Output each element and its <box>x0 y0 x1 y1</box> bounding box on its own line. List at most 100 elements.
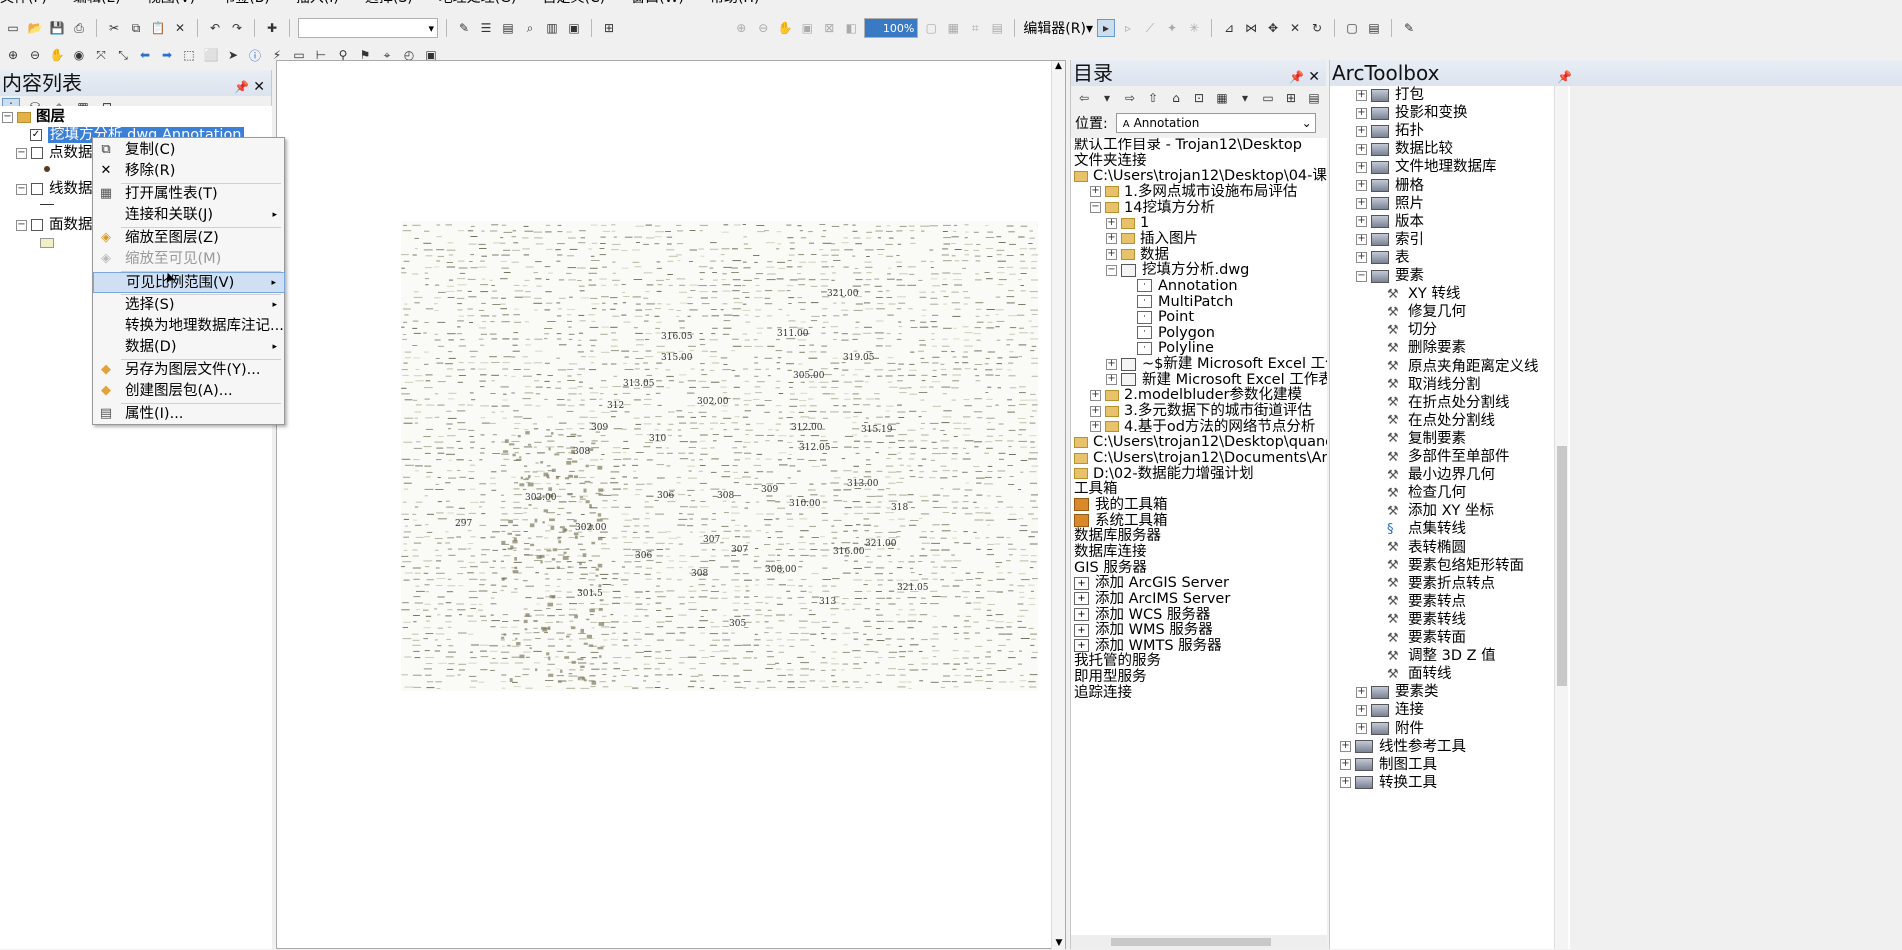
layers-root[interactable]: − 图层 <box>2 108 65 127</box>
tree-item[interactable]: ⚒ 取消线分割 <box>1372 376 1481 394</box>
tree-item[interactable]: C:\Users\trojan12\Desktop\quanguojic <box>1074 435 1327 451</box>
attributes-icon[interactable]: ▢ <box>1343 19 1361 37</box>
pin-icon[interactable]: 📌 <box>1289 64 1304 90</box>
tree-item[interactable]: ⚒ 面转线 <box>1372 665 1452 683</box>
data-driven-icon[interactable]: ▤ <box>988 19 1006 37</box>
add-data-icon[interactable]: ✚ <box>263 19 281 37</box>
tree-item[interactable]: · MultiPatch <box>1122 294 1233 311</box>
full-extent-icon[interactable]: ◉ <box>70 46 88 64</box>
up-level-icon[interactable]: ⇧ <box>1144 89 1162 107</box>
tree-item[interactable]: + 文件地理数据库 <box>1356 158 1497 176</box>
create-features-icon[interactable]: ✎ <box>1400 19 1418 37</box>
tree-item[interactable]: + 添加 ArcIMS Server <box>1074 591 1230 608</box>
tree-item[interactable]: + 打包 <box>1356 86 1424 104</box>
layer-points[interactable]: − 点数据 <box>16 144 93 163</box>
tree-item[interactable]: 我的工具箱 <box>1074 497 1168 514</box>
tree-item[interactable]: +4.基于od方法的网络节点分析 <box>1090 419 1315 436</box>
sketch-properties-icon[interactable]: ▤ <box>1365 19 1383 37</box>
tree-item[interactable]: ⚒ 多部件至单部件 <box>1372 448 1510 466</box>
python-icon[interactable]: ▣ <box>565 19 583 37</box>
tree-item[interactable]: + 插入图片 <box>1106 231 1198 248</box>
copy-icon[interactable]: ⧉ <box>127 19 145 37</box>
split-icon[interactable]: ⋈ <box>1242 19 1260 37</box>
layer-visibility-checkbox[interactable] <box>31 219 43 231</box>
tree-item[interactable]: 追踪连接 <box>1074 685 1132 702</box>
collapse-icon[interactable]: − <box>1106 264 1117 276</box>
context-menu-item[interactable]: 可见比例范围(V) ▸ <box>93 272 285 293</box>
map-view[interactable]: 321.00 316.05 311.00 315.00 319.05 305.00 313.… <box>276 60 1066 950</box>
forward-icon[interactable]: ➡ <box>158 46 176 64</box>
tree-item[interactable]: D:\02-数据能力增强计划 <box>1074 466 1254 483</box>
zoom-in-fixed-icon[interactable]: ⊕ <box>732 19 750 37</box>
expand-icon[interactable]: + <box>1356 723 1367 734</box>
tree-item[interactable]: ⚒ 在点处分割线 <box>1372 412 1495 430</box>
expand-icon[interactable]: + <box>1106 374 1117 386</box>
tree-item[interactable]: ⚒ 最小边界几何 <box>1372 466 1495 484</box>
collapse-icon[interactable]: − <box>1090 202 1101 214</box>
change-layout-icon[interactable]: ⌗ <box>966 19 984 37</box>
layer-polygons[interactable]: − 面数据 <box>16 216 93 235</box>
tree-item[interactable]: + 栅格 <box>1356 177 1424 195</box>
tree-item[interactable]: + 添加 ArcGIS Server <box>1074 575 1229 592</box>
context-menu-item[interactable]: ✕ 移除(R) <box>93 161 285 182</box>
zoom-out-fixed-icon[interactable]: ⊖ <box>754 19 772 37</box>
dropdown-icon[interactable]: ▾ <box>1098 89 1116 107</box>
menu-item[interactable]: 插入(I) <box>296 0 339 12</box>
tree-item[interactable]: 我托管的服务 <box>1074 654 1161 670</box>
tree-item[interactable]: ⚒ 检查几何 <box>1372 484 1466 502</box>
menu-item[interactable]: 书签(B) <box>221 0 270 12</box>
tree-item[interactable]: 系统工具箱 <box>1074 513 1168 530</box>
tree-item[interactable]: · Polyline <box>1122 341 1214 357</box>
context-menu-item[interactable]: ◆ 创建图层包(A)... <box>93 381 285 402</box>
context-menu-item[interactable]: ▤ 属性(I)... <box>93 404 285 425</box>
collapse-icon[interactable]: − <box>2 111 13 123</box>
expand-icon[interactable]: + <box>1356 180 1367 191</box>
context-menu-item[interactable]: 转换为地理数据库注记... <box>93 316 285 337</box>
prev-extent-icon[interactable]: ◧ <box>842 19 860 37</box>
zoom-in-icon[interactable]: ⊕ <box>4 46 22 64</box>
straight-segment-icon[interactable]: ⟋ <box>1141 19 1159 37</box>
expand-icon[interactable]: + <box>1356 143 1367 155</box>
context-menu-item[interactable]: ◈ 缩放至图层(Z) <box>93 228 285 249</box>
menu-item[interactable]: 编辑(E) <box>73 0 121 12</box>
tree-item[interactable]: ⚒ 调整 3D Z 值 <box>1372 647 1496 665</box>
tree-item[interactable]: 数据库服务器 <box>1074 528 1161 545</box>
tree-item[interactable]: 工具箱 <box>1074 481 1118 498</box>
menu-item[interactable]: 地理处理(G) <box>439 0 517 12</box>
tree-item[interactable]: +2.modelbluder参数化建模 <box>1090 388 1302 404</box>
scroll-thumb[interactable] <box>1557 446 1567 686</box>
tree-item[interactable]: −14挖填方分析 <box>1090 200 1215 217</box>
home-icon[interactable]: ⌂ <box>1167 89 1185 107</box>
full-page-icon[interactable]: ▣ <box>798 19 816 37</box>
expand-icon[interactable]: + <box>1356 252 1367 264</box>
connect-folder-icon[interactable]: ⊡ <box>1190 89 1208 107</box>
tree-item[interactable]: C:\Users\trojan12\Desktop\04-课程笔记 <box>1074 168 1327 185</box>
reshape-icon[interactable]: ↻ <box>1308 19 1326 37</box>
menu-item[interactable]: 窗口(W) <box>631 0 684 12</box>
context-menu-item[interactable]: 选择(S) ▸ <box>93 295 285 316</box>
zoom-whole-icon[interactable]: ⊠ <box>820 19 838 37</box>
tree-item[interactable]: + 表 <box>1356 249 1410 267</box>
scroll-thumb[interactable] <box>1111 938 1271 946</box>
tree-item[interactable]: ⚒ 切分 <box>1372 321 1437 339</box>
search-window-icon[interactable]: ⌕ <box>521 19 539 37</box>
catalog-icon[interactable]: ▤ <box>499 19 517 37</box>
sketch-icon[interactable]: ✦ <box>1163 19 1181 37</box>
editor-toolbar-icon[interactable]: ✎ <box>455 19 473 37</box>
menu-item[interactable]: 自定义(C) <box>542 0 605 12</box>
tree-item[interactable]: + 连接 <box>1356 701 1424 719</box>
open-icon[interactable]: 📂 <box>26 19 44 37</box>
collapse-icon[interactable]: − <box>1356 270 1367 282</box>
toolbox-scrollbar[interactable] <box>1554 86 1568 949</box>
tree-item[interactable]: + 要素类 <box>1356 683 1439 701</box>
tree-item[interactable]: ⚒ 删除要素 <box>1372 339 1466 357</box>
arctoolbox-icon[interactable]: ▥ <box>543 19 561 37</box>
topology-icon[interactable]: ⊿ <box>1220 19 1238 37</box>
cut-polygon-icon[interactable]: ✕ <box>1286 19 1304 37</box>
new-folder-icon[interactable]: ▭ <box>1259 89 1277 107</box>
collapse-icon[interactable]: − <box>16 147 27 159</box>
tree-item[interactable]: ⚒ 要素折点转点 <box>1372 575 1495 593</box>
tree-item[interactable]: 数据库连接 <box>1074 544 1147 561</box>
fixed-zoom-in-icon[interactable]: ⤧ <box>92 46 110 64</box>
identify-icon[interactable]: ⓘ <box>246 46 264 64</box>
